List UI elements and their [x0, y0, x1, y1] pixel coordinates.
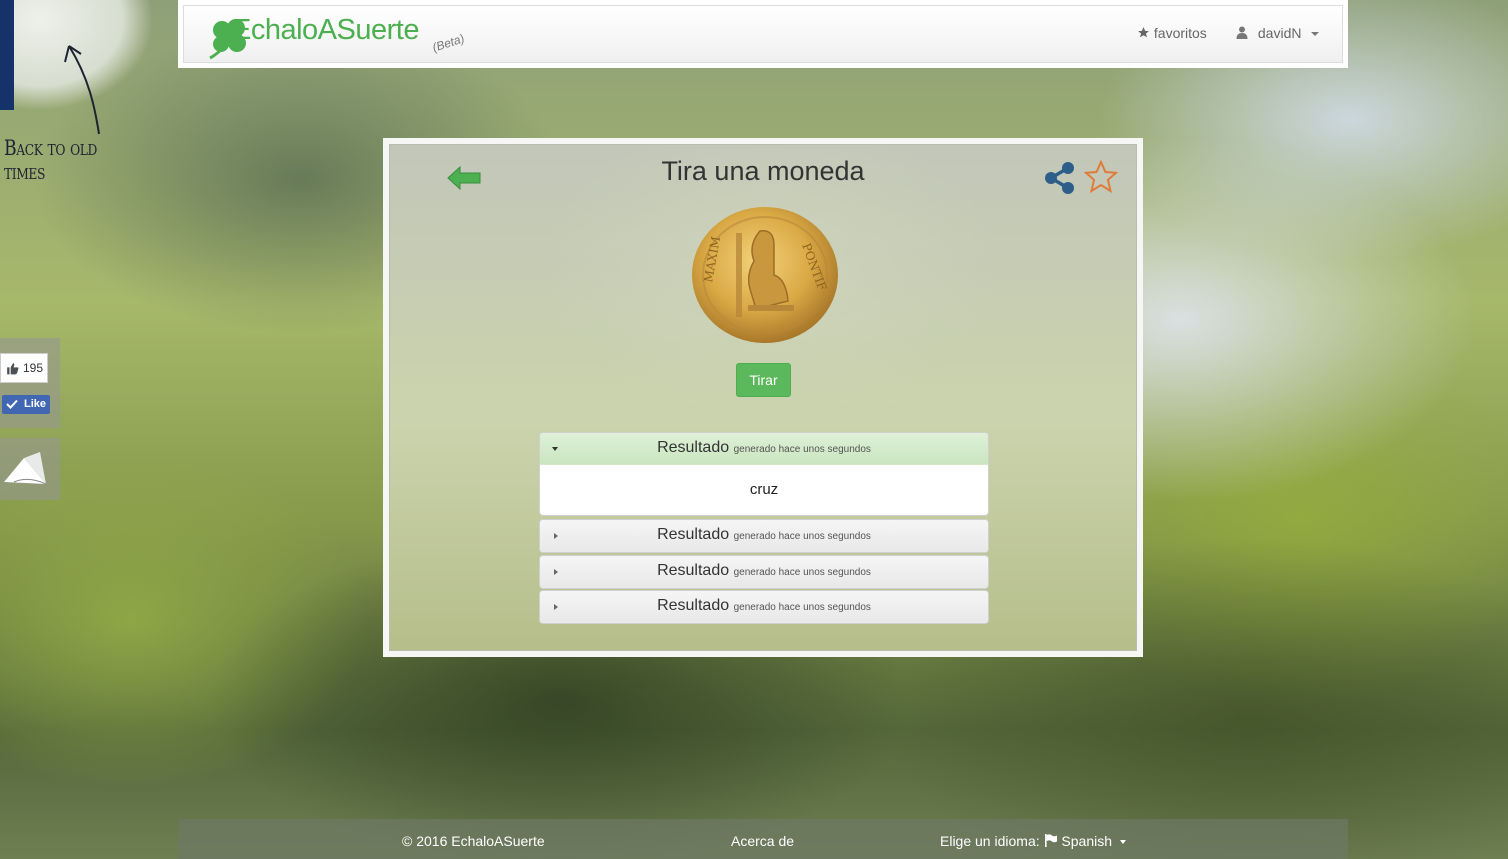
- language-selector[interactable]: Elige un idioma: Spanish: [940, 833, 1126, 849]
- favorite-star-icon[interactable]: [1084, 160, 1118, 194]
- share-icon[interactable]: [1043, 161, 1077, 195]
- like-count: 195: [0, 353, 48, 383]
- chevron-down-icon: [1119, 840, 1126, 845]
- caret-right-icon: [554, 533, 558, 539]
- coin-image: MAXIM PONTIF: [692, 207, 838, 343]
- paper-plane-widget[interactable]: [0, 438, 60, 500]
- language-value: Spanish: [1061, 833, 1112, 849]
- like-button[interactable]: Like: [2, 395, 50, 414]
- hand-drawn-arrow-icon: [64, 45, 100, 135]
- back-to-old-times-link[interactable]: Back to old times: [4, 136, 127, 184]
- result-panel: Resultado generado hace unos segundos: [539, 519, 989, 553]
- coin-toss-panel: Tira una moneda MAXIM PONTIF Tirar Resul…: [383, 138, 1143, 657]
- result-panel: Resultado generado hace unos segundos: [539, 555, 989, 589]
- result-subtitle: generado hace unos segundos: [733, 602, 871, 613]
- beta-tag: (Beta): [430, 31, 467, 55]
- user-icon: [1236, 26, 1248, 39]
- check-icon: [6, 399, 18, 409]
- language-label: Elige un idioma:: [940, 833, 1040, 849]
- favorites-label: favoritos: [1153, 25, 1207, 41]
- result-subtitle: generado hace unos segundos: [733, 531, 871, 542]
- result-value: cruz: [749, 481, 779, 498]
- favorites-link[interactable]: favoritos: [1137, 25, 1207, 41]
- result-title: Resultado: [657, 562, 730, 579]
- result-title: Resultado: [657, 439, 730, 456]
- result-header[interactable]: Resultado generado hace unos segundos: [540, 556, 988, 588]
- toss-button[interactable]: Tirar: [736, 363, 791, 397]
- caret-down-icon: [552, 447, 558, 451]
- paper-plane-icon: [4, 452, 47, 485]
- caret-right-icon: [554, 604, 558, 610]
- result-title: Resultado: [657, 526, 730, 543]
- result-header[interactable]: Resultado generado hace unos segundos: [540, 591, 988, 623]
- about-link[interactable]: Acerca de: [731, 833, 794, 849]
- caret-right-icon: [554, 569, 558, 575]
- navbar: EchaloASuerte (Beta) favoritos davidN: [178, 0, 1348, 68]
- result-panel: Resultado generado hace unos segundos: [539, 590, 989, 624]
- star-icon: [1138, 27, 1149, 38]
- result-panel: Resultado generado hace unos segundos cr…: [539, 432, 989, 516]
- page-curl-corner: [0, 0, 14, 110]
- user-menu[interactable]: davidN: [1236, 25, 1320, 41]
- username-label: davidN: [1257, 25, 1302, 41]
- brand-name[interactable]: EchaloASuerte: [232, 14, 419, 47]
- result-subtitle: generado hace unos segundos: [733, 444, 871, 455]
- facebook-like-widget: 195 Like: [0, 338, 60, 428]
- thumbs-up-icon: [7, 363, 19, 375]
- page-title: Tira una moneda: [661, 156, 865, 186]
- copyright-text: © 2016 EchaloASuerte: [402, 833, 545, 849]
- chevron-down-icon: [1311, 32, 1320, 37]
- result-subtitle: generado hace unos segundos: [733, 567, 871, 578]
- result-title: Resultado: [657, 597, 730, 614]
- result-header[interactable]: Resultado generado hace unos segundos: [540, 520, 988, 552]
- footer: © 2016 EchaloASuerte Acerca de Elige un …: [178, 819, 1348, 859]
- result-header[interactable]: Resultado generado hace unos segundos: [540, 433, 988, 465]
- flag-icon: [1044, 834, 1057, 847]
